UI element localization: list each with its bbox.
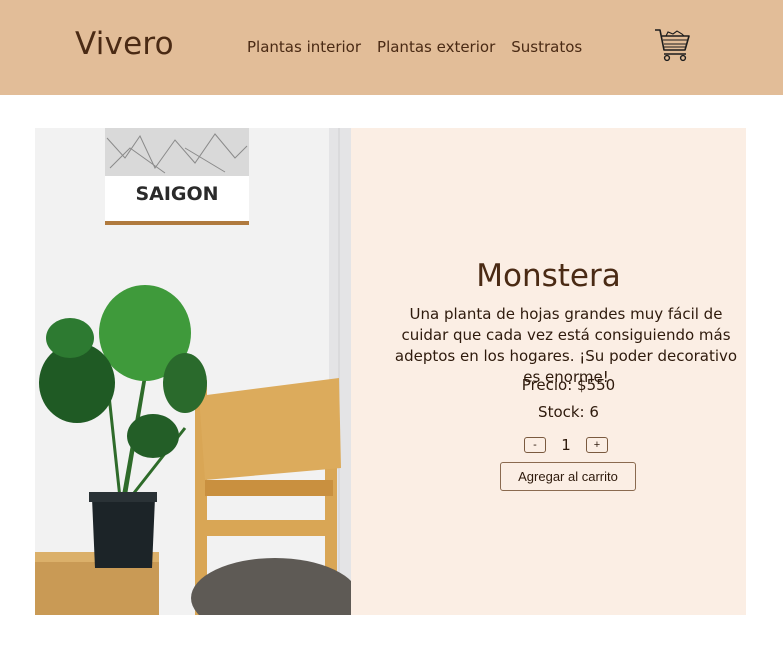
cart-button[interactable] xyxy=(653,26,693,64)
nav-links: Plantas interior Plantas exterior Sustra… xyxy=(247,38,598,56)
nav-link-plantas-interior[interactable]: Plantas interior xyxy=(247,38,361,56)
cart-icon xyxy=(655,29,690,62)
quantity-value: 1 xyxy=(561,436,571,454)
product-image: SAIGON xyxy=(35,128,351,615)
add-to-cart-button[interactable]: Agregar al carrito xyxy=(500,462,636,491)
quantity-stepper: - 1 + xyxy=(524,436,608,454)
nav-link-sustratos[interactable]: Sustratos xyxy=(511,38,582,56)
poster-text: SAIGON xyxy=(135,183,218,205)
brand-link[interactable]: Vivero xyxy=(75,26,174,62)
product-detail: Monstera Una planta de hojas grandes muy… xyxy=(351,128,746,615)
decrement-button[interactable]: - xyxy=(524,437,546,453)
nav-link-plantas-exterior[interactable]: Plantas exterior xyxy=(377,38,495,56)
increment-button[interactable]: + xyxy=(586,437,608,453)
product-stock: Stock: 6 xyxy=(538,403,599,421)
product-title: Monstera xyxy=(476,258,621,294)
product-price: Precio: $550 xyxy=(521,376,616,394)
navbar: Vivero Plantas interior Plantas exterior… xyxy=(0,0,783,95)
